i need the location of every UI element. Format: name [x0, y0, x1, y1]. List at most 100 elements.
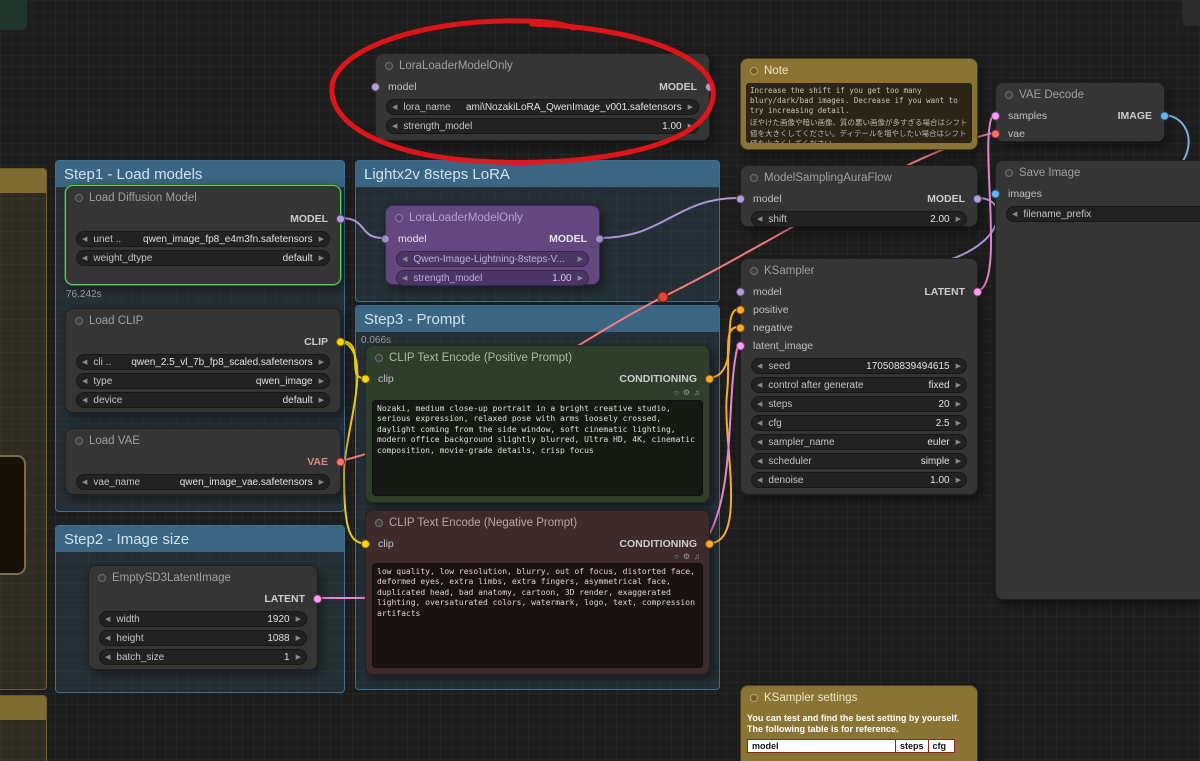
node-titlebar[interactable]: Save Image: [996, 161, 1200, 185]
widget-device[interactable]: device default: [76, 392, 330, 408]
input-slot-samples[interactable]: [991, 111, 1000, 121]
collapse-dot-icon[interactable]: [375, 519, 383, 527]
output-slot-clip[interactable]: [336, 337, 345, 347]
widget-sampler-name[interactable]: sampler_name euler: [751, 434, 967, 450]
input-slot-model[interactable]: [736, 194, 745, 204]
node-titlebar[interactable]: KSampler settings: [741, 686, 977, 710]
output-slot-model[interactable]: [336, 214, 345, 224]
widget-height[interactable]: height 1088: [99, 630, 307, 646]
collapse-dot-icon[interactable]: [75, 317, 83, 325]
node-ksampler[interactable]: KSampler model LATENT positive negative …: [736, 258, 982, 495]
output-slot-vae[interactable]: [336, 457, 345, 467]
group-lightx2v-header[interactable]: Lightx2v 8steps LoRA: [356, 161, 719, 187]
output-slot-conditioning[interactable]: [705, 374, 714, 384]
widget-strength-model[interactable]: strength_model 1.00: [396, 270, 589, 286]
group-step1-header[interactable]: Step1 - Load models: [56, 161, 344, 187]
note-text[interactable]: Increase the shift if you get too many b…: [746, 83, 972, 143]
input-slot-model[interactable]: [736, 287, 745, 297]
gear-icon[interactable]: [683, 553, 690, 561]
node-titlebar[interactable]: KSampler: [741, 259, 977, 283]
node-titlebar[interactable]: CLIP Text Encode (Negative Prompt): [366, 511, 709, 535]
circle-icon[interactable]: [674, 389, 679, 397]
widget-clip-name[interactable]: cli .. qwen_2.5_vl_7b_fp8_scaled.safeten…: [76, 354, 330, 370]
node-load-diffusion-model[interactable]: Load Diffusion Model MODEL unet .. qwen_…: [65, 185, 345, 285]
widget-steps[interactable]: steps 20: [751, 396, 967, 412]
node-action-icons[interactable]: [674, 553, 700, 561]
circle-icon[interactable]: [674, 553, 679, 561]
output-slot-latent[interactable]: [313, 594, 322, 604]
input-slot-latent-image[interactable]: [736, 341, 745, 351]
input-slot-model[interactable]: [371, 82, 380, 92]
widget-unet-name[interactable]: unet .. qwen_image_fp8_e4m3fn.safetensor…: [76, 231, 330, 247]
node-lora-loader-bypassed[interactable]: LoraLoaderModelOnly model MODEL Qwen-Ima…: [381, 205, 604, 286]
widget-control-after-generate[interactable]: control after generate fixed: [751, 377, 967, 393]
speaker-icon[interactable]: [694, 389, 700, 397]
widget-lora-name[interactable]: Qwen-Image-Lightning-8steps-V...: [396, 251, 589, 267]
node-action-icons[interactable]: [674, 389, 700, 397]
widget-cfg[interactable]: cfg 2.5: [751, 415, 967, 431]
input-slot-images[interactable]: [991, 189, 1000, 199]
collapse-dot-icon[interactable]: [750, 174, 758, 182]
widget-filename-prefix[interactable]: filename_prefix: [1006, 206, 1200, 222]
gear-icon[interactable]: [683, 389, 690, 397]
collapse-dot-icon[interactable]: [750, 267, 758, 275]
node-empty-sd3-latent-image[interactable]: EmptySD3LatentImage LATENT width 1920 he…: [88, 565, 322, 670]
widget-shift[interactable]: shift 2.00: [751, 211, 967, 227]
node-titlebar[interactable]: CLIP Text Encode (Positive Prompt): [366, 346, 709, 370]
collapse-dot-icon[interactable]: [385, 62, 393, 70]
collapse-dot-icon[interactable]: [1005, 169, 1013, 177]
input-slot-vae[interactable]: [991, 129, 1000, 139]
node-clip-text-encode-positive[interactable]: CLIP Text Encode (Positive Prompt) clip …: [361, 345, 714, 503]
prompt-textarea[interactable]: Nozaki, medium close-up portrait in a br…: [372, 400, 703, 496]
node-titlebar[interactable]: LoraLoaderModelOnly: [376, 54, 709, 78]
node-note[interactable]: Note Increase the shift if you get too m…: [740, 58, 978, 150]
output-slot-model[interactable]: [973, 194, 982, 204]
widget-weight-dtype[interactable]: weight_dtype default: [76, 250, 330, 266]
node-save-image[interactable]: Save Image images filename_prefix: [991, 160, 1200, 600]
collapse-dot-icon[interactable]: [750, 67, 758, 75]
node-titlebar[interactable]: LoraLoaderModelOnly: [386, 206, 599, 230]
node-load-clip[interactable]: Load CLIP CLIP cli .. qwen_2.5_vl_7b_fp8…: [65, 308, 345, 413]
node-titlebar[interactable]: Load CLIP: [66, 309, 340, 333]
node-titlebar[interactable]: ModelSamplingAuraFlow: [741, 166, 977, 190]
input-slot-model[interactable]: [381, 234, 390, 244]
group-step3-header[interactable]: Step3 - Prompt: [356, 306, 719, 332]
node-titlebar[interactable]: VAE Decode: [996, 83, 1164, 107]
output-slot-model[interactable]: [595, 234, 604, 244]
node-ksampler-settings[interactable]: KSampler settings You can test and find …: [740, 685, 978, 761]
node-clip-text-encode-negative[interactable]: CLIP Text Encode (Negative Prompt) clip …: [361, 510, 714, 675]
input-slot-positive[interactable]: [736, 305, 745, 315]
widget-lora-name[interactable]: lora_name ami\NozakiLoRA_QwenImage_v001.…: [386, 99, 699, 115]
node-titlebar[interactable]: EmptySD3LatentImage: [89, 566, 317, 590]
node-load-vae[interactable]: Load VAE VAE vae_name qwen_image_vae.saf…: [65, 428, 345, 495]
collapse-dot-icon[interactable]: [375, 354, 383, 362]
collapse-dot-icon[interactable]: [750, 694, 758, 702]
input-slot-clip[interactable]: [361, 374, 370, 384]
node-model-sampling-auraflow[interactable]: ModelSamplingAuraFlow model MODEL shift …: [736, 165, 982, 227]
widget-strength-model[interactable]: strength_model 1.00: [386, 118, 699, 134]
prompt-textarea[interactable]: low quality, low resolution, blurry, out…: [372, 563, 703, 668]
widget-denoise[interactable]: denoise 1.00: [751, 472, 967, 488]
group-left-partial-header[interactable]: [0, 169, 46, 193]
input-slot-clip[interactable]: [361, 539, 370, 549]
speaker-icon[interactable]: [694, 553, 700, 561]
widget-batch-size[interactable]: batch_size 1: [99, 649, 307, 665]
output-slot-conditioning[interactable]: [705, 539, 714, 549]
node-vae-decode[interactable]: VAE Decode samples IMAGE vae: [991, 82, 1169, 142]
collapse-dot-icon[interactable]: [75, 437, 83, 445]
collapse-dot-icon[interactable]: [395, 214, 403, 222]
widget-scheduler[interactable]: scheduler simple: [751, 453, 967, 469]
output-slot-latent[interactable]: [973, 287, 982, 297]
output-slot-image[interactable]: [1160, 111, 1169, 121]
node-titlebar[interactable]: Load Diffusion Model: [66, 186, 340, 210]
collapse-dot-icon[interactable]: [75, 194, 83, 202]
group-step2-header[interactable]: Step2 - Image size: [56, 526, 344, 552]
node-titlebar[interactable]: Load VAE: [66, 429, 340, 453]
collapse-dot-icon[interactable]: [98, 574, 106, 582]
input-slot-negative[interactable]: [736, 323, 745, 333]
widget-type[interactable]: type qwen_image: [76, 373, 330, 389]
node-titlebar[interactable]: Note: [741, 59, 977, 83]
partial-node-left[interactable]: [0, 455, 26, 575]
widget-width[interactable]: width 1920: [99, 611, 307, 627]
node-lora-loader-top[interactable]: LoraLoaderModelOnly model MODEL lora_nam…: [371, 53, 714, 141]
